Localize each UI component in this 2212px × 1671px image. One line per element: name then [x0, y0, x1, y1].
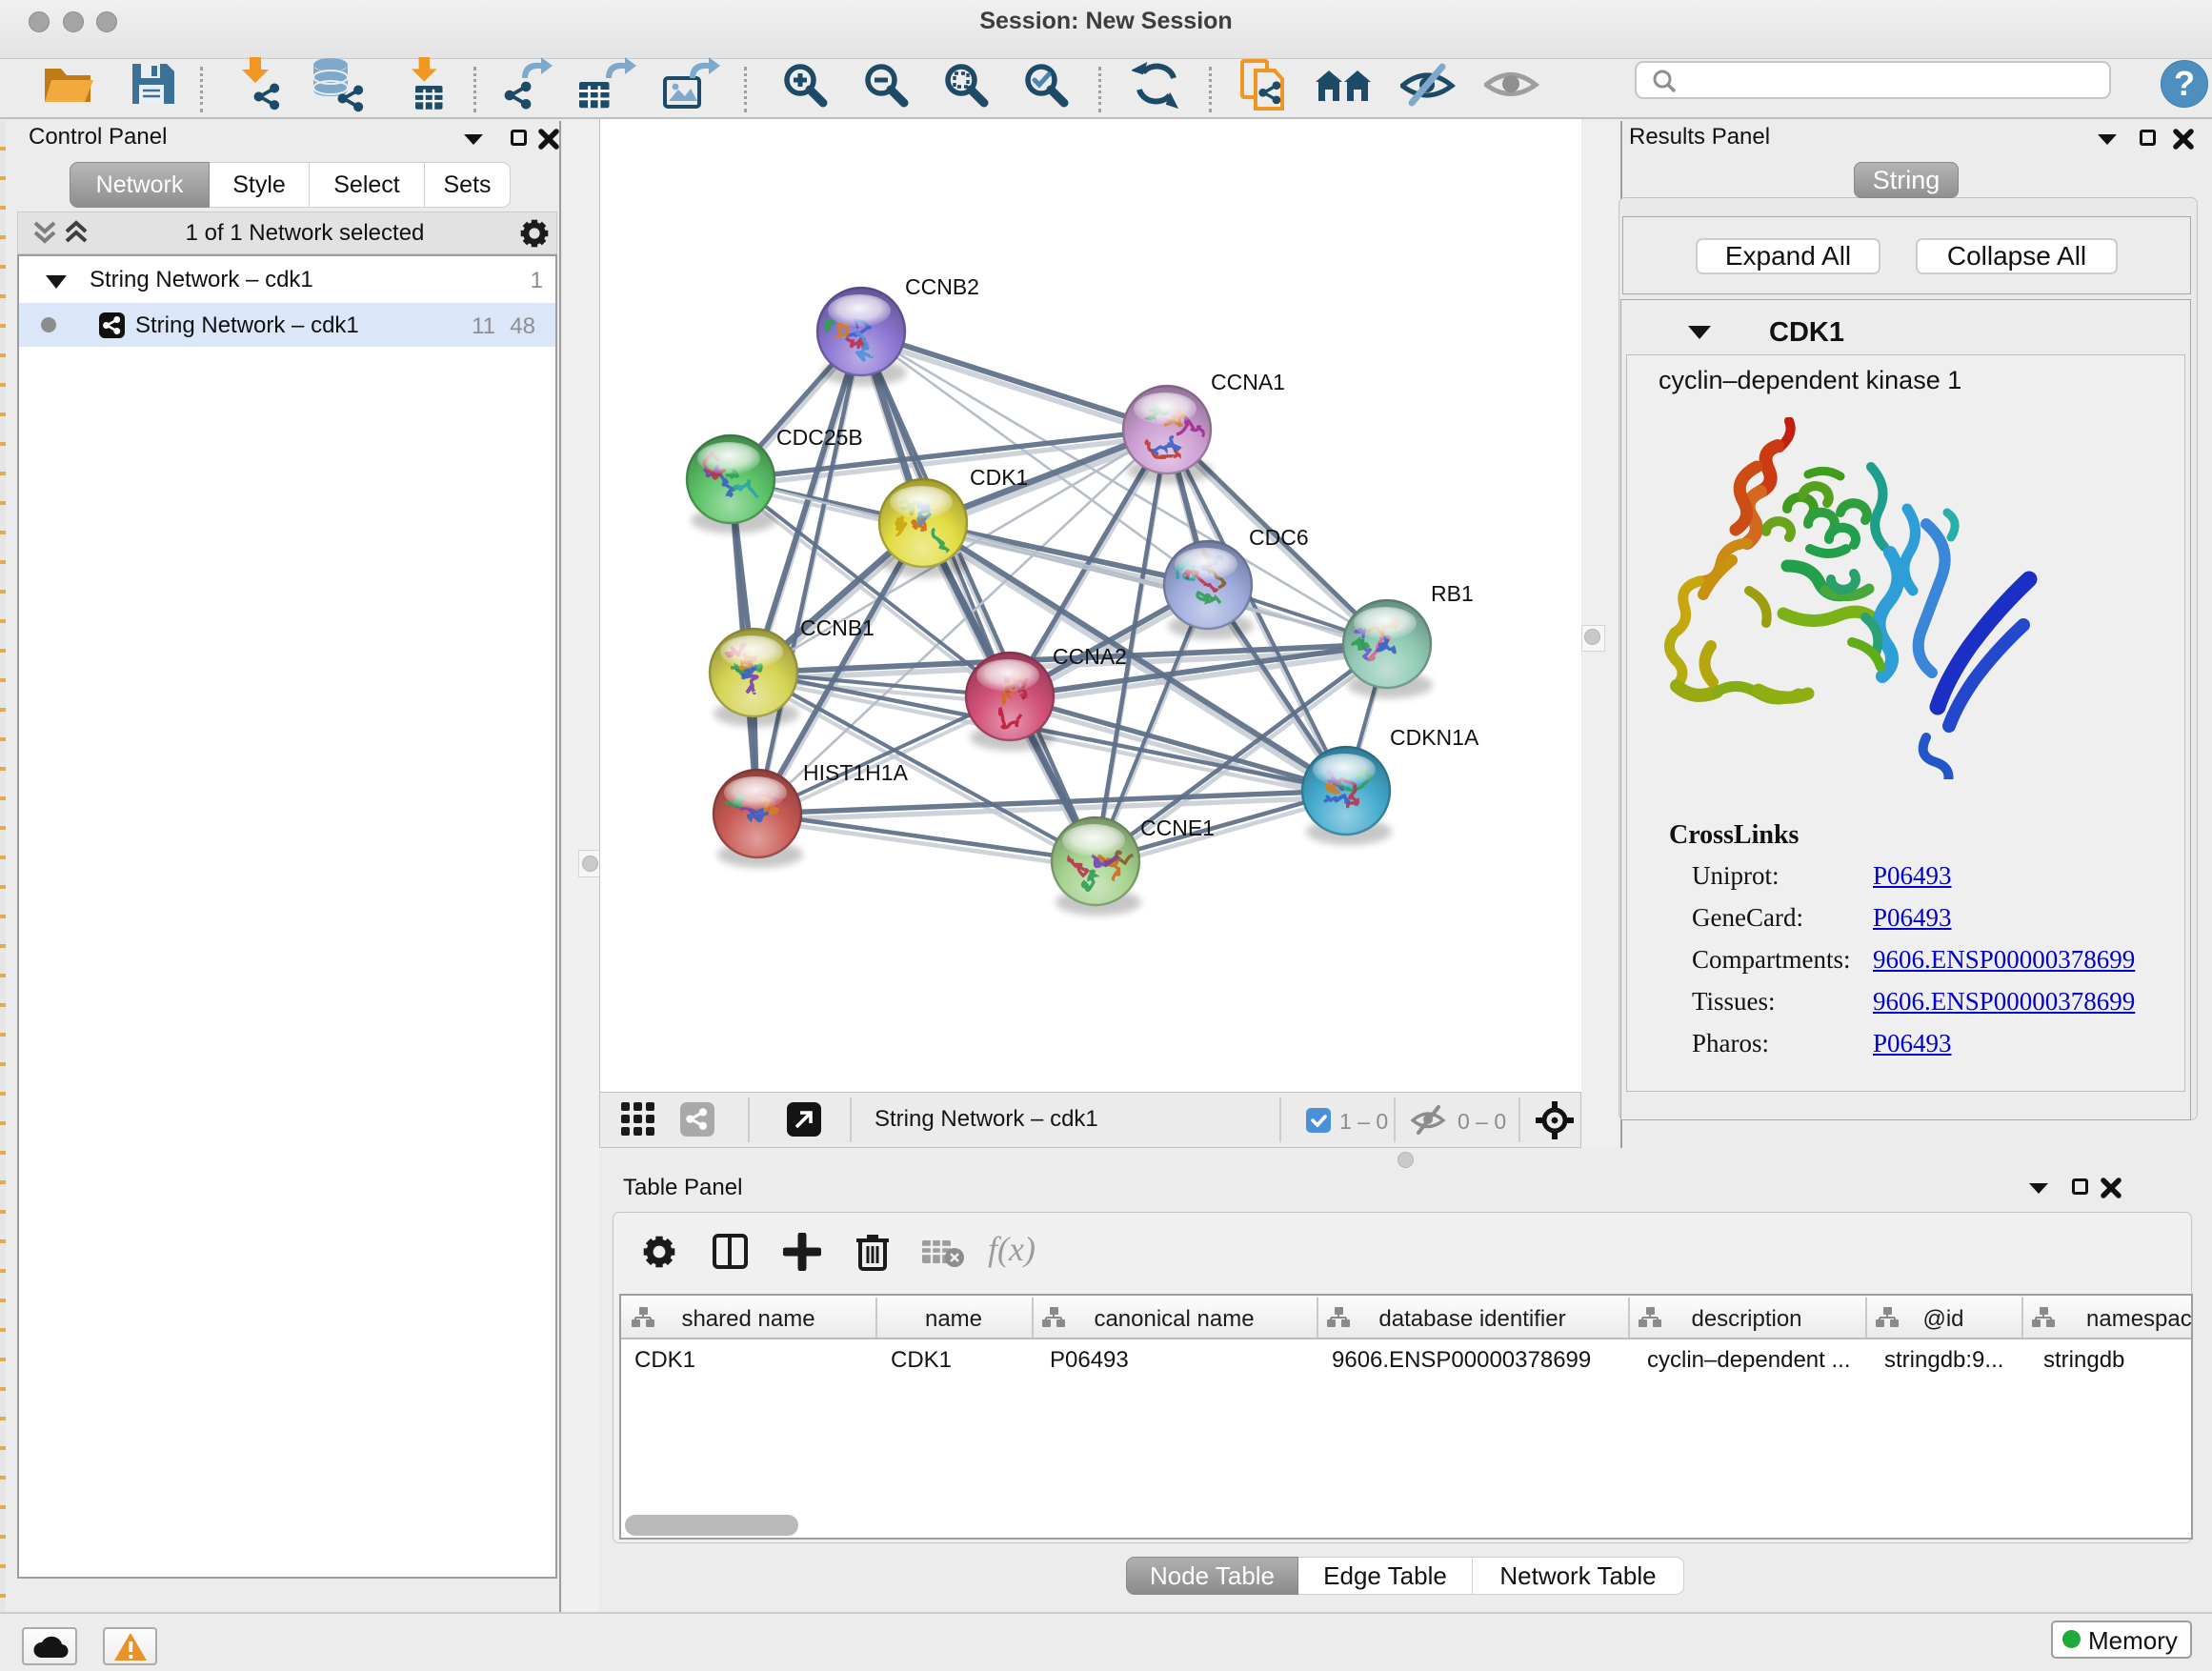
svg-text:RB1: RB1 — [1431, 581, 1474, 606]
svg-text:CCNA1: CCNA1 — [1211, 370, 1285, 394]
svg-text:CDK1: CDK1 — [970, 465, 1028, 490]
svg-text:CDC25B: CDC25B — [776, 425, 863, 450]
svg-text:CCNE1: CCNE1 — [1140, 815, 1215, 840]
svg-text:HIST1H1A: HIST1H1A — [803, 760, 909, 785]
svg-text:CCNA2: CCNA2 — [1053, 644, 1127, 669]
svg-text:CDKN1A: CDKN1A — [1390, 725, 1479, 750]
svg-text:CCNB1: CCNB1 — [800, 615, 875, 640]
svg-text:CCNB2: CCNB2 — [905, 274, 979, 299]
svg-text:CDC6: CDC6 — [1249, 525, 1309, 550]
